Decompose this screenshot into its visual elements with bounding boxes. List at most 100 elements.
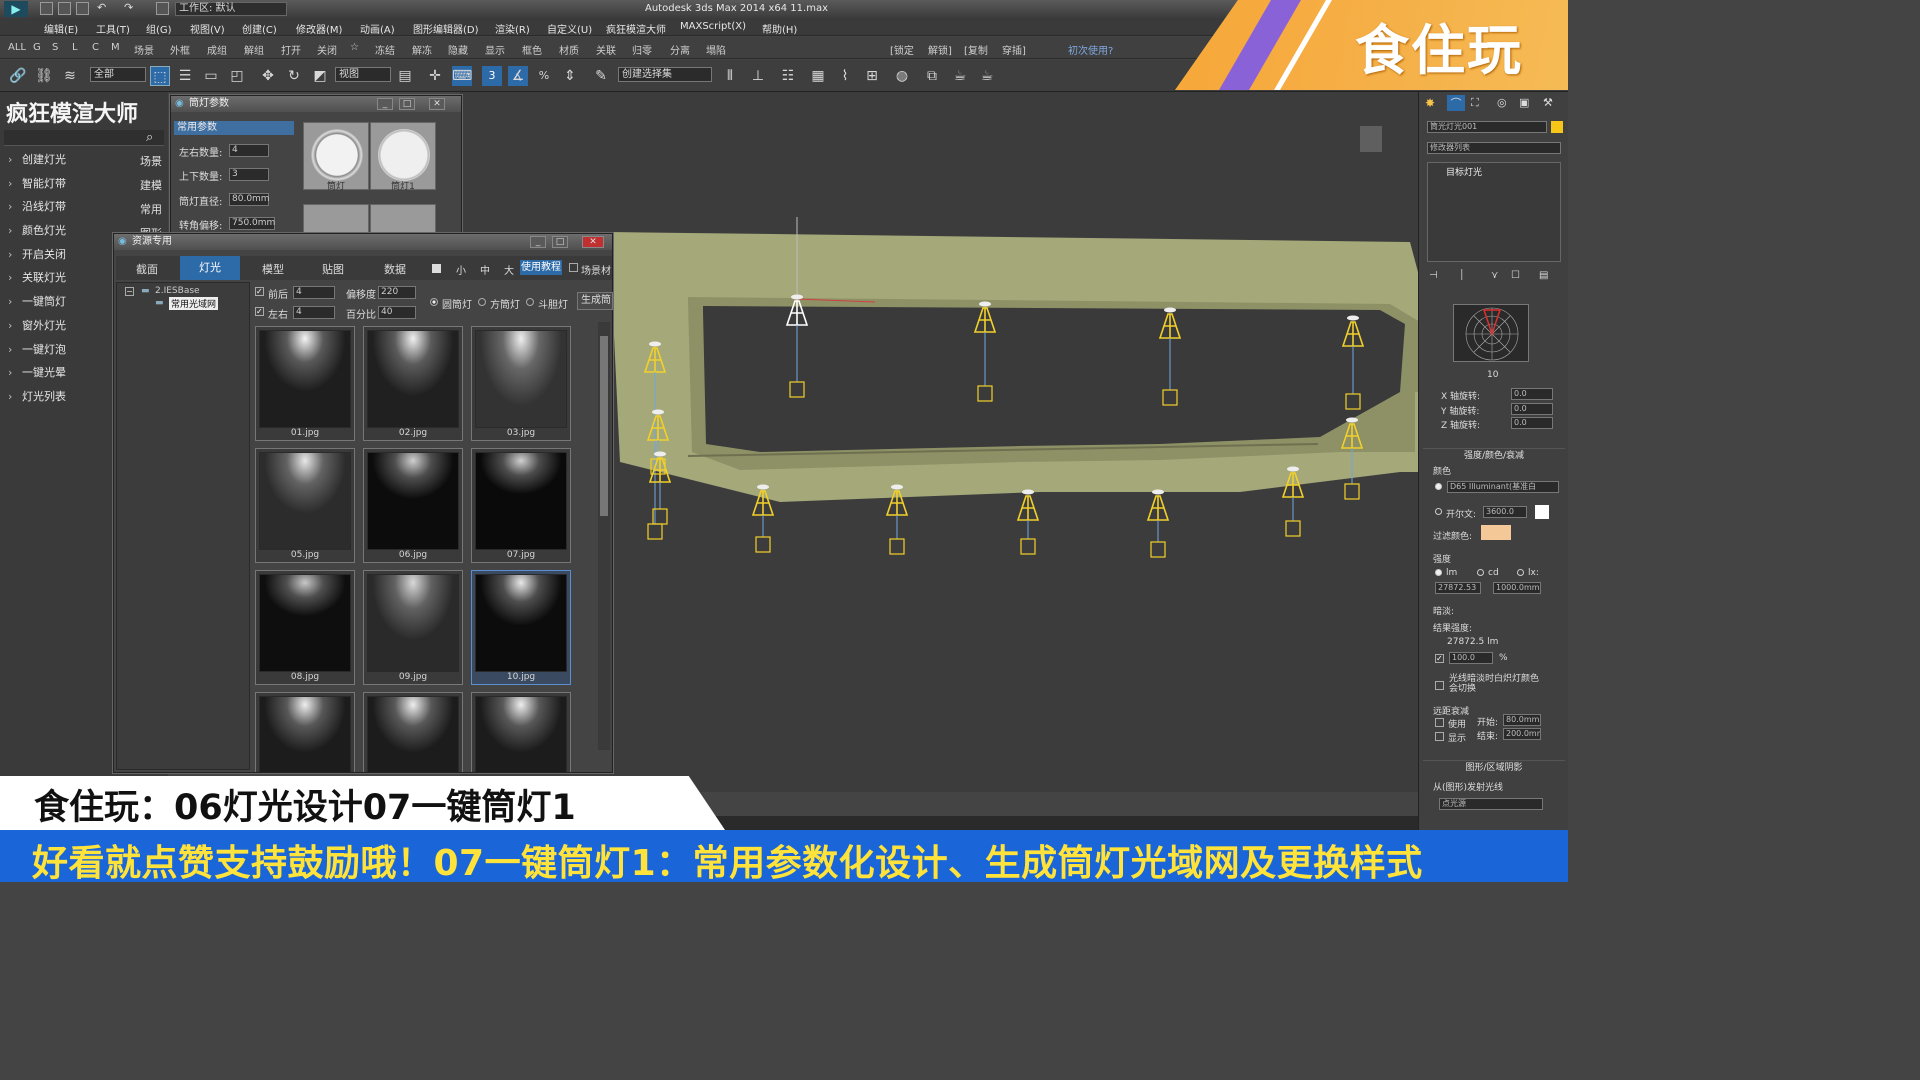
menu-graph-editors[interactable]: 图形编辑器(D)	[413, 21, 479, 36]
tb-ungroup[interactable]: 解组	[244, 42, 264, 57]
diameter-input[interactable]: 80.0mm	[229, 193, 270, 206]
illuminant-dropdown[interactable]: D65 Illuminant(基准白	[1447, 481, 1559, 493]
tb-link[interactable]: 关联	[596, 42, 616, 57]
emit-dropdown[interactable]: 点光源	[1439, 798, 1543, 810]
tb-copy[interactable]: [复制	[964, 42, 988, 57]
front-back-input[interactable]: 4	[293, 286, 335, 299]
close-button[interactable]: ✕	[582, 236, 604, 248]
tb-hide[interactable]: 隐藏	[448, 42, 468, 57]
square-lamp-radio[interactable]	[478, 298, 486, 306]
grid-scrollbar[interactable]	[598, 322, 610, 750]
remove-modifier-icon[interactable]: ☐	[1511, 270, 1520, 281]
time-slider[interactable]	[700, 816, 1418, 830]
tree-item-common-ies[interactable]: 常用光域网	[169, 297, 219, 310]
ies-thumbnail[interactable]: 09.jpg	[363, 570, 463, 685]
show-atten-checkbox[interactable]	[1435, 732, 1444, 741]
bind-spacewarp-icon[interactable]: ≋	[60, 66, 80, 86]
lm-radio[interactable]	[1435, 569, 1442, 576]
selection-filter-dropdown[interactable]: 全部	[90, 67, 146, 82]
tb-scene[interactable]: 场景	[134, 42, 154, 57]
kelvin-radio[interactable]	[1435, 508, 1442, 515]
mirror-icon[interactable]: ⫴	[720, 66, 740, 86]
render-setup-icon[interactable]: ⧉	[922, 66, 942, 86]
style-thumb-downlight1[interactable]: 筒灯1	[370, 122, 436, 192]
select-object-icon[interactable]: ⬚	[150, 66, 170, 86]
tb-freeze[interactable]: 冻结	[375, 42, 395, 57]
minimize-button[interactable]: _	[530, 236, 546, 248]
menu-rendering[interactable]: 渲染(R)	[495, 21, 530, 36]
z-rot-input[interactable]: 0.0	[1511, 417, 1553, 429]
modify-tab-icon[interactable]: ⌒	[1447, 95, 1465, 111]
curve-editor-icon[interactable]: ⌇	[835, 66, 855, 86]
sidebar-tab-scene[interactable]: 场景	[140, 153, 162, 169]
ies-thumbnail[interactable]	[255, 692, 355, 772]
ies-thumbnail[interactable]: 03.jpg	[471, 326, 571, 441]
size-large[interactable]: 大	[504, 262, 514, 277]
intensity-input[interactable]: 27872.53	[1435, 582, 1481, 594]
tab-textures[interactable]: 贴图	[322, 261, 344, 277]
tb-reset[interactable]: 归零	[632, 42, 652, 57]
tb-wire-color[interactable]: 框色	[522, 42, 542, 57]
tb-lock[interactable]: [锁定	[890, 42, 914, 57]
rotate-icon[interactable]: ↻	[284, 66, 304, 86]
configure-sets-icon[interactable]: ▤	[1539, 270, 1548, 281]
object-color-swatch[interactable]	[1551, 121, 1563, 133]
render-frame-icon[interactable]: ☕	[950, 66, 970, 86]
dim-percent-input[interactable]: 100.0	[1449, 652, 1493, 664]
tutorial-button[interactable]: 使用教程	[520, 260, 562, 275]
tab-lights[interactable]: 灯光	[180, 256, 240, 280]
tb-group[interactable]: 成组	[207, 42, 227, 57]
display-tab-icon[interactable]: ▣	[1519, 96, 1529, 109]
tb-all[interactable]: ALL	[8, 42, 26, 53]
tb-l[interactable]: L	[72, 42, 78, 53]
unlink-icon[interactable]: ⛓	[34, 66, 54, 86]
menu-animation[interactable]: 动画(A)	[360, 21, 395, 36]
scrollbar-thumb[interactable]	[600, 336, 608, 516]
downlight-param-title[interactable]: 筒灯参数	[171, 96, 461, 112]
end-input[interactable]: 200.0mm	[1503, 728, 1541, 740]
tb-interpenetrate[interactable]: 穿插]	[1002, 42, 1026, 57]
tb-s[interactable]: S	[52, 42, 58, 53]
tb-unlock[interactable]: 解锁]	[928, 42, 952, 57]
undo-icon[interactable]: ↶	[97, 1, 106, 14]
link-icon[interactable]: 🔗	[8, 66, 28, 86]
size-medium[interactable]: 中	[480, 262, 490, 277]
menu-create[interactable]: 创建(C)	[242, 21, 277, 36]
left-right-checkbox[interactable]: ✓	[255, 307, 264, 316]
save-file-icon[interactable]	[76, 2, 89, 15]
percent-snap-icon[interactable]: %	[534, 66, 554, 86]
scene-mat-checkbox[interactable]	[569, 263, 578, 272]
hold-icon[interactable]	[156, 2, 169, 15]
offset-input[interactable]: 220	[378, 286, 416, 299]
object-name-input[interactable]: 筒光灯光001	[1427, 121, 1547, 133]
scale-icon[interactable]: ◩	[310, 66, 330, 86]
spinner-snap-icon[interactable]: ⇕	[560, 66, 580, 86]
kelvin-color-swatch[interactable]	[1535, 505, 1549, 519]
schematic-icon[interactable]: ⊞	[862, 66, 882, 86]
downlight[interactable]	[1016, 489, 1040, 555]
menu-maxscript[interactable]: MAXScript(X)	[680, 21, 746, 32]
ies-thumbnail[interactable]: 06.jpg	[363, 448, 463, 563]
incandescent-checkbox[interactable]	[1435, 681, 1444, 690]
ies-thumbnail[interactable]	[471, 692, 571, 772]
edit-named-selection-icon[interactable]: ✎	[591, 66, 611, 86]
ies-thumbnail[interactable]: 05.jpg	[255, 448, 355, 563]
cd-radio[interactable]	[1477, 569, 1484, 576]
open-file-icon[interactable]	[58, 2, 71, 15]
menu-tools[interactable]: 工具(T)	[96, 21, 130, 36]
downlight[interactable]	[1146, 489, 1170, 558]
lx-radio[interactable]	[1517, 569, 1524, 576]
move-icon[interactable]: ✥	[258, 66, 278, 86]
redo-icon[interactable]: ↷	[124, 1, 133, 14]
select-by-name-icon[interactable]: ☰	[175, 66, 195, 86]
front-back-checkbox[interactable]: ✓	[255, 287, 264, 296]
maximize-button[interactable]: □	[552, 236, 568, 248]
tb-show[interactable]: 显示	[485, 42, 505, 57]
minimize-button[interactable]: _	[377, 98, 393, 110]
keyboard-shortcut-icon[interactable]: ⌨	[452, 66, 472, 86]
named-selection-dropdown[interactable]: 创建选择集	[618, 67, 712, 82]
window-crossing-icon[interactable]: ◰	[227, 66, 247, 86]
graphite-icon[interactable]: ▦	[808, 66, 828, 86]
ies-thumbnail[interactable]: 10.jpg	[471, 570, 571, 685]
tb-m[interactable]: M	[111, 42, 120, 53]
